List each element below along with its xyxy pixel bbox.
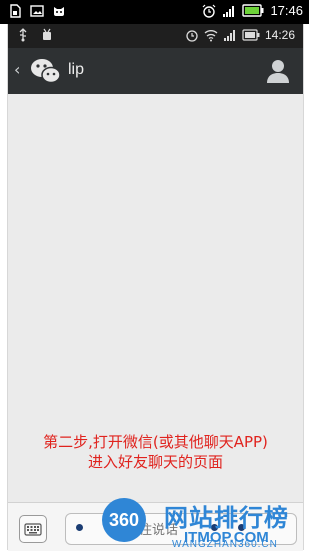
contact-profile-icon[interactable] [267,59,289,83]
wifi-icon [204,30,218,42]
watermark-url: WANGZHAN360.CN [172,539,278,550]
watermark-badge: 360 [102,498,146,542]
battery-icon [242,4,264,17]
sim-card-icon [10,4,21,18]
wechat-logo-icon[interactable] [30,57,62,85]
inner-status-bar: 14:26 [8,24,303,48]
tutorial-caption: 第二步,打开微信(或其他聊天APP) 进入好友聊天的页面 [8,432,303,472]
chat-header: ‹ lip [8,48,303,94]
page-indicator-dot [76,524,83,531]
usb-icon [19,28,27,42]
cat-app-icon [54,7,64,16]
inner-clock: 14:26 [264,28,295,42]
keyboard-icon [24,523,42,536]
caption-line-1: 第二步,打开微信(或其他聊天APP) [43,433,268,451]
battery-icon [242,29,260,41]
caption-line-2: 进入好友聊天的页面 [87,453,223,471]
chat-contact-name: lip [68,61,85,78]
device-status-bar: 17:46 [0,0,309,24]
signal-icon [223,30,235,41]
watermark-title: 网站排行榜 [164,504,289,532]
chat-screen: 14:26 ‹ lip 第二步,打开微信(或其他聊天APP) 进入好友聊天的页面 [7,24,304,551]
signal-icon [223,5,235,17]
site-watermark: 360 网站排行榜 ITMOP.COM WANGZHAN360.CN [92,498,309,550]
alarm-icon [186,30,198,42]
alarm-icon [203,4,216,18]
keyboard-toggle-button[interactable] [19,515,47,543]
device-clock: 17:46 [270,3,303,18]
back-chevron-icon[interactable]: ‹ [14,60,20,79]
image-icon [30,5,44,17]
android-debug-icon [43,28,51,40]
